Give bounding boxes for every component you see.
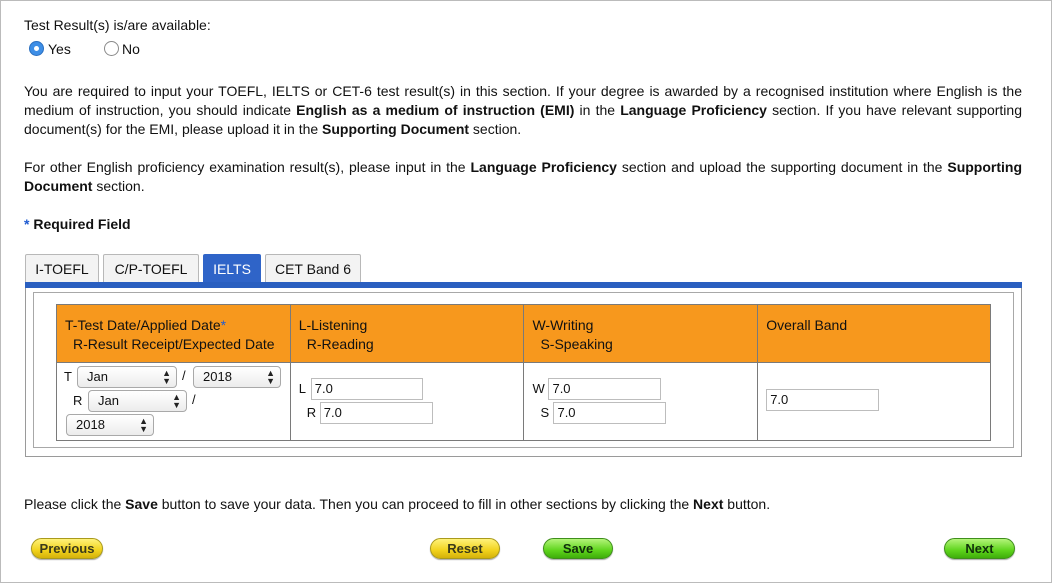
listening-input[interactable]: 7.0 [310,378,423,400]
required-field-label: Required Field [33,216,131,232]
r-year-value: 2018 [76,417,105,432]
select-arrows-icon: ▲ ▼ [172,392,181,410]
header-listening: L-Listening [298,317,368,333]
r-year-select[interactable]: 2018 ▲ ▼ [66,414,154,436]
instruction-paragraph-1: You are required to input your TOEFL, IE… [24,82,1022,139]
ielts-score-table: T-Test Date/Applied Date* R-Result Recei… [56,304,991,441]
tab-cet-band-6[interactable]: CET Band 6 [265,254,361,283]
r-month-select[interactable]: Jan ▲ ▼ [88,390,187,412]
select-arrows-icon: ▲ ▼ [266,368,275,386]
cell-dates: T Jan ▲ ▼ / 2018 ▲ ▼ R Jan ▲ ▼ / 2018 ▲ ▼ [56,362,291,441]
header-writing: W-Writing [532,317,594,333]
bold-text-segment: Next [693,496,724,512]
t-month-value: Jan [87,369,108,384]
r-month-value: Jan [98,393,119,408]
t-label: T [64,369,72,384]
bold-text-segment: Language Proficiency [470,159,617,175]
tab-i-toefl[interactable]: I-TOEFL [25,254,99,283]
radio-yes[interactable] [29,41,44,56]
text-segment: in the [574,102,621,118]
cell-writing-speaking: W 7.0 S 7.0 [523,362,759,441]
instruction-paragraph-2: For other English proficiency examinatio… [24,158,1022,196]
header-date-line1: T-Test Date/Applied Date [65,317,221,333]
r-label: R [73,393,83,408]
next-button[interactable]: Next [944,538,1015,559]
header-reading: R-Reading [306,336,374,352]
header-listening-reading: L-Listening R-Reading [289,304,525,363]
required-field-note: * Required Field [24,216,131,232]
text-segment: button. [723,496,771,512]
text-segment: section. [92,178,145,194]
header-overall: Overall Band [757,304,991,363]
tab-cp-toefl[interactable]: C/P-TOEFL [103,254,199,283]
text-segment: section and upload the supporting docume… [616,159,948,175]
date-separator: / [192,392,196,407]
reading-label: R [306,405,317,420]
previous-button[interactable]: Previous [31,538,103,559]
radio-no-label[interactable]: No [122,41,140,57]
reset-button[interactable]: Reset [430,538,500,559]
speaking-input[interactable]: 7.0 [553,402,667,424]
writing-input[interactable]: 7.0 [548,378,662,400]
footer-instruction: Please click the Save button to save you… [24,496,770,512]
t-year-value: 2018 [203,369,232,384]
t-year-select[interactable]: 2018 ▲ ▼ [193,366,281,388]
reading-input[interactable]: 7.0 [319,402,433,424]
text-segment: For other English proficiency examinatio… [24,159,471,175]
speaking-label: S [540,405,550,420]
header-speaking: S-Speaking [540,336,613,352]
header-date: T-Test Date/Applied Date* R-Result Recei… [56,304,291,363]
overall-band-input[interactable]: 7.0 [766,389,880,411]
writing-label: W [532,381,545,396]
text-segment: section. [469,121,522,137]
date-separator: / [182,368,186,383]
select-arrows-icon: ▲ ▼ [139,416,148,434]
test-result-question: Test Result(s) is/are available: [24,17,211,33]
t-month-select[interactable]: Jan ▲ ▼ [77,366,177,388]
required-star: * [24,216,30,232]
select-arrows-icon: ▲ ▼ [162,368,171,386]
save-button[interactable]: Save [543,538,613,559]
text-segment: Please click the [24,496,126,512]
cell-overall: 7.0 [757,362,991,441]
bold-text-segment: Supporting Document [322,121,470,137]
bold-text-segment: English as a medium of instruction (EMI) [296,102,575,118]
tab-ielts[interactable]: IELTS [203,254,261,283]
header-writing-speaking: W-Writing S-Speaking [523,304,759,363]
header-date-line2: R-Result Receipt/Expected Date [73,336,275,352]
header-overall-band: Overall Band [766,317,848,333]
listening-label: L [298,381,306,396]
bold-text-segment: Language Proficiency [620,102,767,118]
bold-text-segment: Save [125,496,158,512]
text-segment: button to save your data. Then you can p… [157,496,694,512]
radio-yes-label[interactable]: Yes [48,41,71,57]
radio-no[interactable] [104,41,119,56]
cell-listening-reading: L 7.0 R 7.0 [289,362,525,441]
header-date-star: * [220,317,227,333]
